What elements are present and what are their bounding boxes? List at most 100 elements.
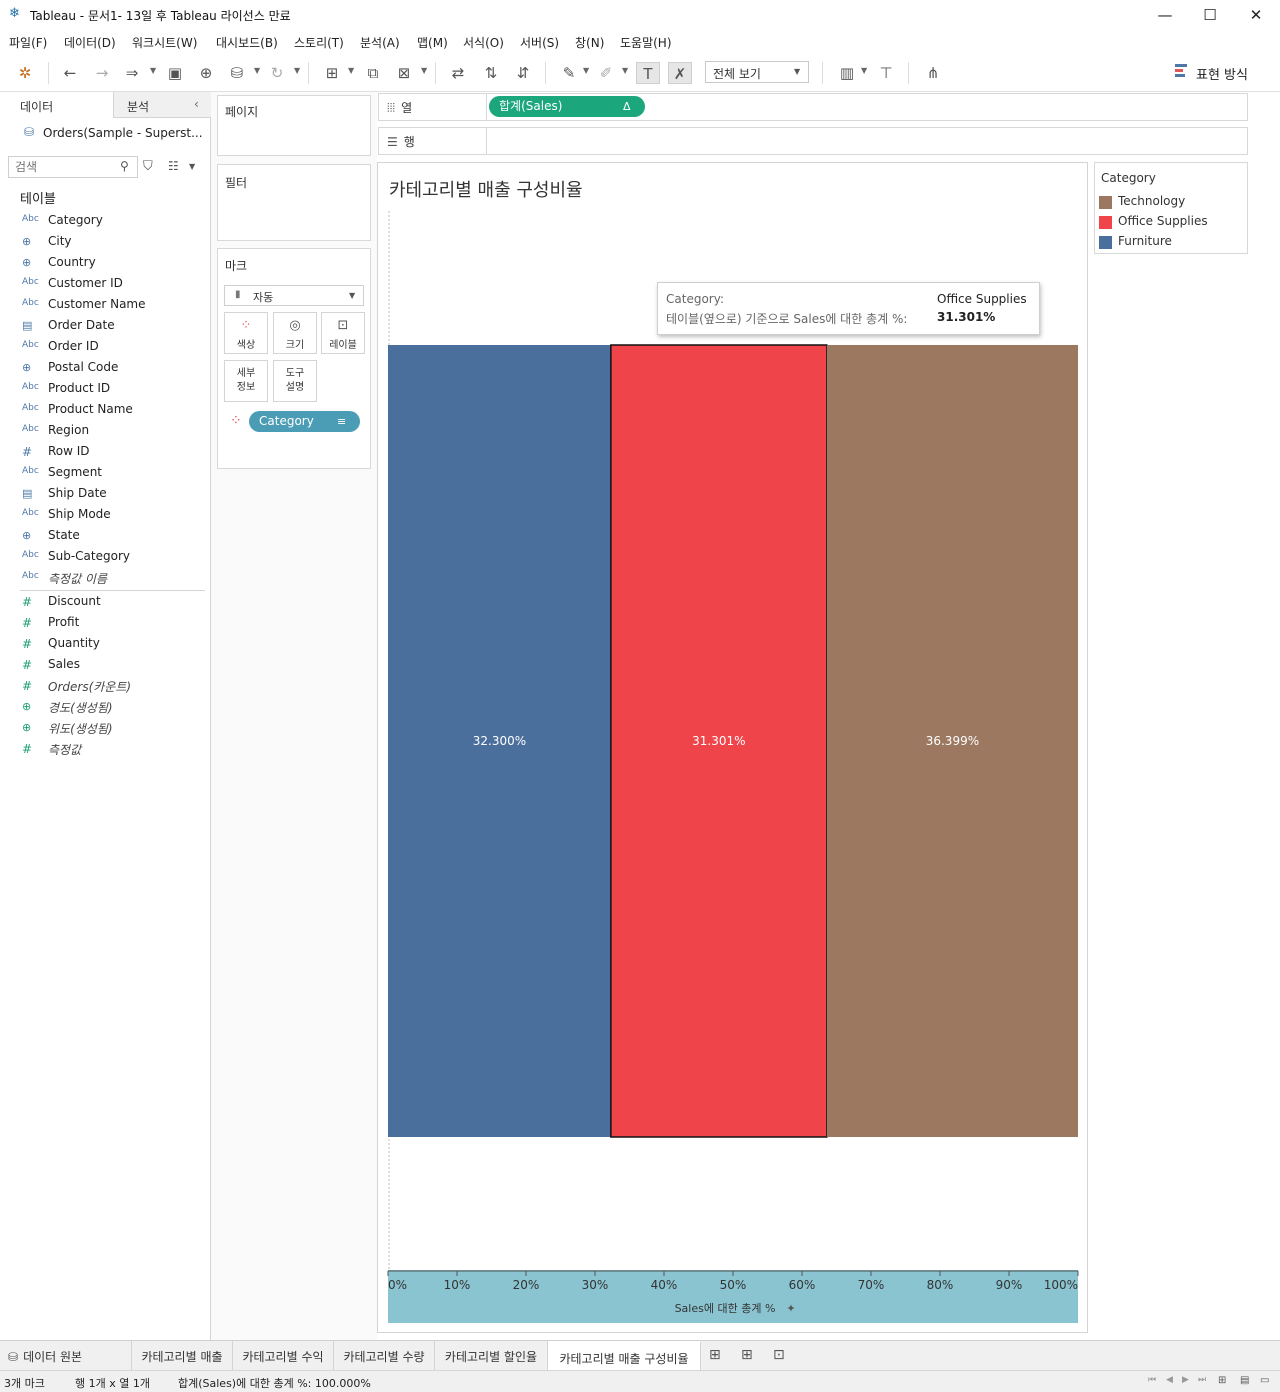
presentation-icon[interactable]: ⊤	[874, 62, 898, 84]
filter-icon[interactable]: ⛉	[143, 159, 153, 174]
dimension-field[interactable]: Abc Segment	[0, 462, 210, 483]
menu-file[interactable]: 파일(F)	[9, 34, 47, 51]
tooltip-button[interactable]: 도구 설명	[273, 360, 317, 402]
new-dashboard-icon[interactable]: ⊞	[741, 1347, 753, 1363]
group-icon[interactable]: ✐	[594, 62, 618, 84]
new-worksheet-icon[interactable]: ⊞	[320, 62, 344, 84]
dimension-field[interactable]: Abc Customer Name	[0, 294, 210, 315]
menu-analysis[interactable]: 분석(A)	[360, 34, 400, 51]
tab-view-icon[interactable]: ▭	[1260, 1375, 1269, 1386]
color-button[interactable]: ⁘ 색상	[224, 312, 268, 354]
menu-data[interactable]: 데이터(D)	[64, 34, 116, 51]
show-me-icon[interactable]	[1175, 64, 1187, 78]
menu-help[interactable]: 도움말(H)	[620, 34, 672, 51]
filters-card[interactable]: 필터	[217, 164, 371, 241]
dimension-field[interactable]: ⊕ State	[0, 525, 210, 546]
dimension-field[interactable]: ▤ Order Date	[0, 315, 210, 336]
new-story-icon[interactable]: ⊡	[773, 1347, 785, 1363]
measure-field[interactable]: # Profit	[0, 612, 210, 633]
columns-shelf[interactable]: ⦙⦙⦙ 열 합계(Sales) Δ	[378, 93, 1248, 121]
show-labels-icon[interactable]: T	[636, 62, 660, 84]
dimension-field[interactable]: Abc Product ID	[0, 378, 210, 399]
clear-sheet-icon[interactable]: ⊠	[392, 62, 416, 84]
redo-run-icon[interactable]: ⇒	[120, 62, 144, 84]
dimension-field[interactable]: Abc Customer ID	[0, 273, 210, 294]
dimension-field[interactable]: ▤ Ship Date	[0, 483, 210, 504]
refresh-icon[interactable]: ↻	[265, 62, 289, 84]
legend-item-office-supplies[interactable]: Office Supplies	[1099, 213, 1244, 231]
dimension-field[interactable]: # Row ID	[0, 441, 210, 462]
list-view-icon[interactable]: ☷	[168, 159, 179, 173]
menu-story[interactable]: 스토리(T)	[294, 34, 344, 51]
chart-toggle-icon[interactable]: ▥	[835, 62, 859, 84]
measure-field[interactable]: ⊕ 경도(생성됨)	[0, 696, 210, 717]
close-icon[interactable]: ✕	[1236, 4, 1276, 26]
menu-format[interactable]: 서식(O)	[463, 34, 504, 51]
menu-worksheet[interactable]: 워크시트(W)	[132, 34, 197, 51]
measure-field[interactable]: # Discount	[0, 591, 210, 612]
tab-sheet-discount[interactable]: 카테고리별 할인율	[435, 1341, 548, 1371]
dimension-field[interactable]: ⊕ City	[0, 231, 210, 252]
dimension-field[interactable]: Abc Order ID	[0, 336, 210, 357]
label-button[interactable]: ⊡ 레이블	[321, 312, 365, 354]
fix-axes-icon[interactable]: ✗	[668, 62, 692, 84]
size-button[interactable]: ◎ 크기	[273, 312, 317, 354]
datasource-name[interactable]: Orders(Sample - Superst...	[43, 126, 203, 140]
view-mode-dropdown[interactable]: 전체 보기 ▼	[705, 61, 809, 83]
grid-view-icon[interactable]: ⊞	[1218, 1375, 1226, 1386]
show-me-button[interactable]: 표현 방식	[1196, 64, 1248, 83]
tab-sheet-quantity[interactable]: 카테고리별 수량	[334, 1341, 435, 1371]
menu-server[interactable]: 서버(S)	[520, 34, 559, 51]
new-datasource-icon[interactable]: ⊕	[194, 62, 218, 84]
last-page-icon[interactable]: ⏭	[1198, 1375, 1206, 1385]
maximize-icon[interactable]: ☐	[1190, 4, 1230, 26]
search-input[interactable]	[15, 159, 115, 175]
dimension-field[interactable]: Abc Sub-Category	[0, 546, 210, 567]
tab-sheet-sales[interactable]: 카테고리별 매출	[132, 1341, 233, 1371]
duplicate-icon[interactable]: ⧉	[361, 62, 385, 84]
tab-sheet-profit[interactable]: 카테고리별 수익	[233, 1341, 334, 1371]
swap-icon[interactable]: ⇄	[446, 62, 470, 84]
dimension-field[interactable]: ⊕ Postal Code	[0, 357, 210, 378]
pages-card[interactable]: 페이지	[217, 95, 371, 156]
redo-icon[interactable]: →	[90, 62, 114, 84]
film-strip-icon[interactable]: ▤	[1240, 1375, 1249, 1386]
menu-window[interactable]: 창(N)	[575, 34, 604, 51]
first-page-icon[interactable]: ⏮	[1148, 1375, 1156, 1385]
measure-field[interactable]: ⊕ 위도(생성됨)	[0, 717, 210, 738]
legend-item-technology[interactable]: Technology	[1099, 193, 1244, 211]
share-icon[interactable]: ⋔	[921, 62, 945, 84]
tableau-home-icon[interactable]: ✲	[13, 62, 37, 84]
sort-desc-icon[interactable]: ⇵	[511, 62, 535, 84]
dimension-field[interactable]: Abc Category	[0, 210, 210, 231]
tab-sheet-sales-ratio[interactable]: 카테고리별 매출 구성비율	[548, 1341, 701, 1371]
save-icon[interactable]: ▣	[163, 62, 187, 84]
measure-field[interactable]: # Orders(카운트)	[0, 675, 210, 696]
collapse-pane-icon[interactable]: ‹	[194, 97, 199, 111]
search-field[interactable]: ⚲	[8, 156, 138, 178]
highlight-icon[interactable]: ✎	[557, 62, 581, 84]
dimension-field[interactable]: Abc 측정값 이름	[0, 567, 210, 588]
mark-type-dropdown[interactable]: ▮ 자동 ▼	[224, 285, 364, 306]
legend-item-furniture[interactable]: Furniture	[1099, 233, 1244, 251]
measure-field[interactable]: # 측정값	[0, 738, 210, 759]
prev-page-icon[interactable]: ◀	[1166, 1375, 1173, 1385]
undo-icon[interactable]: ←	[58, 62, 82, 84]
category-pill[interactable]: Category ≡	[249, 411, 360, 432]
chevron-down-icon[interactable]: ▼	[189, 162, 195, 171]
dimension-field[interactable]: Abc Region	[0, 420, 210, 441]
dimension-field[interactable]: ⊕ Country	[0, 252, 210, 273]
minimize-icon[interactable]: —	[1145, 4, 1185, 26]
measure-field[interactable]: # Sales	[0, 654, 210, 675]
menu-dashboard[interactable]: 대시보드(B)	[216, 34, 278, 51]
measure-field[interactable]: # Quantity	[0, 633, 210, 654]
sales-sum-pill[interactable]: 합계(Sales) Δ	[489, 96, 645, 117]
next-page-icon[interactable]: ▶	[1182, 1375, 1189, 1385]
detail-button[interactable]: 세부 정보	[224, 360, 268, 402]
sort-asc-icon[interactable]: ⇅	[479, 62, 503, 84]
tab-data[interactable]: 데이터	[0, 92, 113, 118]
datasource-icon[interactable]: ⛁	[225, 62, 249, 84]
rows-shelf[interactable]: ☰ 행	[378, 127, 1248, 155]
dimension-field[interactable]: Abc Product Name	[0, 399, 210, 420]
new-worksheet-icon[interactable]: ⊞	[709, 1347, 721, 1363]
